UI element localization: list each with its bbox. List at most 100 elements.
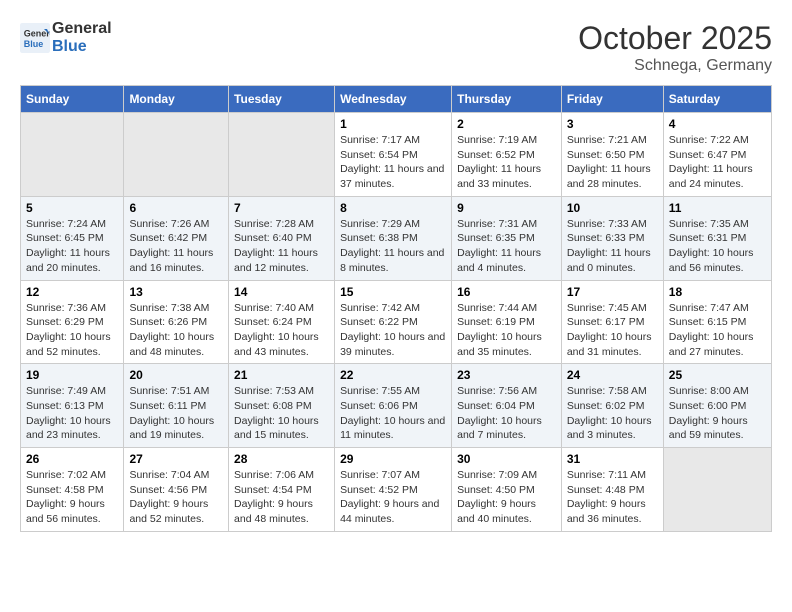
logo-general: General bbox=[52, 20, 112, 38]
calendar-week-row: 19 Sunrise: 7:49 AMSunset: 6:13 PMDayligh… bbox=[21, 364, 772, 448]
day-info: Sunrise: 7:38 AMSunset: 6:26 PMDaylight:… bbox=[129, 301, 223, 360]
day-number: 17 bbox=[567, 285, 658, 299]
day-number: 22 bbox=[340, 368, 446, 382]
calendar-cell: 18Sunrise: 7:47 AMSunset: 6:15 PMDayligh… bbox=[663, 280, 771, 364]
day-number: 29 bbox=[340, 452, 446, 466]
day-number: 11 bbox=[669, 201, 766, 215]
day-info: Sunrise: 7:42 AMSunset: 6:22 PMDaylight:… bbox=[340, 301, 446, 360]
calendar-cell: 17 Sunrise: 7:45 AMSunset: 6:17 PMDayligh… bbox=[561, 280, 663, 364]
calendar-cell: 14Sunrise: 7:40 AMSunset: 6:24 PMDayligh… bbox=[229, 280, 335, 364]
calendar-cell: 29 Sunrise: 7:07 AMSunset: 4:52 PMDayligh… bbox=[335, 448, 452, 532]
day-info: Sunrise: 7:40 AMSunset: 6:24 PMDaylight:… bbox=[234, 301, 329, 360]
day-info: Sunrise: 7:53 AMSunset: 6:08 PMDaylight:… bbox=[234, 384, 329, 443]
day-info: Sunrise: 7:51 AMSunset: 6:11 PMDaylight:… bbox=[129, 384, 223, 443]
calendar-cell: 9 Sunrise: 7:31 AMSunset: 6:35 PMDaylight… bbox=[452, 196, 562, 280]
day-info: Sunrise: 7:47 AMSunset: 6:15 PMDaylight:… bbox=[669, 301, 766, 360]
day-info: Sunrise: 7:26 AMSunset: 6:42 PMDaylight:… bbox=[129, 217, 223, 276]
day-info: Sunrise: 7:58 AMSunset: 6:02 PMDaylight:… bbox=[567, 384, 658, 443]
weekday-header-saturday: Saturday bbox=[663, 86, 771, 113]
calendar-cell: 28 Sunrise: 7:06 AMSunset: 4:54 PMDayligh… bbox=[229, 448, 335, 532]
day-number: 26 bbox=[26, 452, 118, 466]
day-number: 28 bbox=[234, 452, 329, 466]
calendar-week-row: 1 Sunrise: 7:17 AMSunset: 6:54 PMDaylight… bbox=[21, 113, 772, 197]
day-number: 15 bbox=[340, 285, 446, 299]
day-info: Sunrise: 7:24 AMSunset: 6:45 PMDaylight:… bbox=[26, 217, 118, 276]
day-number: 5 bbox=[26, 201, 118, 215]
day-number: 24 bbox=[567, 368, 658, 382]
page-header: General Blue General Blue October 2025 S… bbox=[20, 20, 772, 75]
day-number: 10 bbox=[567, 201, 658, 215]
month-title: October 2025 bbox=[578, 20, 772, 57]
day-info: Sunrise: 7:35 AMSunset: 6:31 PMDaylight:… bbox=[669, 217, 766, 276]
calendar-cell: 13 Sunrise: 7:38 AMSunset: 6:26 PMDayligh… bbox=[124, 280, 229, 364]
day-info: Sunrise: 7:17 AMSunset: 6:54 PMDaylight:… bbox=[340, 133, 446, 192]
svg-text:Blue: Blue bbox=[24, 39, 44, 49]
day-number: 6 bbox=[129, 201, 223, 215]
day-info: Sunrise: 7:44 AMSunset: 6:19 PMDaylight:… bbox=[457, 301, 556, 360]
day-info: Sunrise: 7:09 AMSunset: 4:50 PMDaylight:… bbox=[457, 468, 556, 527]
day-number: 25 bbox=[669, 368, 766, 382]
weekday-header-thursday: Thursday bbox=[452, 86, 562, 113]
day-info: Sunrise: 7:36 AMSunset: 6:29 PMDaylight:… bbox=[26, 301, 118, 360]
day-info: Sunrise: 7:29 AMSunset: 6:38 PMDaylight:… bbox=[340, 217, 446, 276]
calendar-table: SundayMondayTuesdayWednesdayThursdayFrid… bbox=[20, 85, 772, 532]
calendar-cell: 7Sunrise: 7:28 AMSunset: 6:40 PMDaylight… bbox=[229, 196, 335, 280]
calendar-cell: 1 Sunrise: 7:17 AMSunset: 6:54 PMDaylight… bbox=[335, 113, 452, 197]
day-info: Sunrise: 7:06 AMSunset: 4:54 PMDaylight:… bbox=[234, 468, 329, 527]
day-info: Sunrise: 7:56 AMSunset: 6:04 PMDaylight:… bbox=[457, 384, 556, 443]
calendar-cell: 21 Sunrise: 7:53 AMSunset: 6:08 PMDayligh… bbox=[229, 364, 335, 448]
day-info: Sunrise: 7:22 AMSunset: 6:47 PMDaylight:… bbox=[669, 133, 766, 192]
day-number: 31 bbox=[567, 452, 658, 466]
location: Schnega, Germany bbox=[578, 57, 772, 75]
day-number: 1 bbox=[340, 117, 446, 131]
logo-icon: General Blue bbox=[20, 23, 50, 53]
day-number: 27 bbox=[129, 452, 223, 466]
day-info: Sunrise: 7:07 AMSunset: 4:52 PMDaylight:… bbox=[340, 468, 446, 527]
calendar-cell: 22 Sunrise: 7:55 AMSunset: 6:06 PMDayligh… bbox=[335, 364, 452, 448]
day-number: 9 bbox=[457, 201, 556, 215]
calendar-cell: 12 Sunrise: 7:36 AMSunset: 6:29 PMDayligh… bbox=[21, 280, 124, 364]
day-info: Sunrise: 7:49 AMSunset: 6:13 PMDaylight:… bbox=[26, 384, 118, 443]
calendar-cell: 8 Sunrise: 7:29 AMSunset: 6:38 PMDaylight… bbox=[335, 196, 452, 280]
day-info: Sunrise: 7:28 AMSunset: 6:40 PMDaylight:… bbox=[234, 217, 329, 276]
calendar-cell: 15 Sunrise: 7:42 AMSunset: 6:22 PMDayligh… bbox=[335, 280, 452, 364]
day-number: 23 bbox=[457, 368, 556, 382]
day-info: Sunrise: 7:31 AMSunset: 6:35 PMDaylight:… bbox=[457, 217, 556, 276]
weekday-header-monday: Monday bbox=[124, 86, 229, 113]
logo-blue: Blue bbox=[52, 38, 112, 56]
calendar-cell: 25Sunrise: 8:00 AMSunset: 6:00 PMDayligh… bbox=[663, 364, 771, 448]
calendar-cell: 27Sunrise: 7:04 AMSunset: 4:56 PMDayligh… bbox=[124, 448, 229, 532]
calendar-week-row: 12 Sunrise: 7:36 AMSunset: 6:29 PMDayligh… bbox=[21, 280, 772, 364]
day-number: 13 bbox=[129, 285, 223, 299]
calendar-cell bbox=[21, 113, 124, 197]
day-number: 21 bbox=[234, 368, 329, 382]
calendar-cell: 19 Sunrise: 7:49 AMSunset: 6:13 PMDayligh… bbox=[21, 364, 124, 448]
calendar-cell: 26 Sunrise: 7:02 AMSunset: 4:58 PMDayligh… bbox=[21, 448, 124, 532]
calendar-cell: 16 Sunrise: 7:44 AMSunset: 6:19 PMDayligh… bbox=[452, 280, 562, 364]
day-number: 2 bbox=[457, 117, 556, 131]
day-info: Sunrise: 7:21 AMSunset: 6:50 PMDaylight:… bbox=[567, 133, 658, 192]
calendar-cell: 5 Sunrise: 7:24 AMSunset: 6:45 PMDaylight… bbox=[21, 196, 124, 280]
day-info: Sunrise: 7:45 AMSunset: 6:17 PMDaylight:… bbox=[567, 301, 658, 360]
day-number: 16 bbox=[457, 285, 556, 299]
day-info: Sunrise: 7:11 AMSunset: 4:48 PMDaylight:… bbox=[567, 468, 658, 527]
day-number: 4 bbox=[669, 117, 766, 131]
calendar-cell: 3Sunrise: 7:21 AMSunset: 6:50 PMDaylight… bbox=[561, 113, 663, 197]
calendar-cell: 6 Sunrise: 7:26 AMSunset: 6:42 PMDaylight… bbox=[124, 196, 229, 280]
calendar-cell: 4 Sunrise: 7:22 AMSunset: 6:47 PMDaylight… bbox=[663, 113, 771, 197]
day-number: 30 bbox=[457, 452, 556, 466]
day-info: Sunrise: 7:02 AMSunset: 4:58 PMDaylight:… bbox=[26, 468, 118, 527]
day-number: 12 bbox=[26, 285, 118, 299]
calendar-cell: 30 Sunrise: 7:09 AMSunset: 4:50 PMDayligh… bbox=[452, 448, 562, 532]
day-info: Sunrise: 7:55 AMSunset: 6:06 PMDaylight:… bbox=[340, 384, 446, 443]
day-info: Sunrise: 7:33 AMSunset: 6:33 PMDaylight:… bbox=[567, 217, 658, 276]
calendar-cell: 24 Sunrise: 7:58 AMSunset: 6:02 PMDayligh… bbox=[561, 364, 663, 448]
weekday-header-tuesday: Tuesday bbox=[229, 86, 335, 113]
calendar-cell: 10 Sunrise: 7:33 AMSunset: 6:33 PMDayligh… bbox=[561, 196, 663, 280]
calendar-cell: 31 Sunrise: 7:11 AMSunset: 4:48 PMDayligh… bbox=[561, 448, 663, 532]
calendar-cell bbox=[663, 448, 771, 532]
day-number: 19 bbox=[26, 368, 118, 382]
day-number: 8 bbox=[340, 201, 446, 215]
calendar-cell bbox=[229, 113, 335, 197]
calendar-cell: 20Sunrise: 7:51 AMSunset: 6:11 PMDayligh… bbox=[124, 364, 229, 448]
